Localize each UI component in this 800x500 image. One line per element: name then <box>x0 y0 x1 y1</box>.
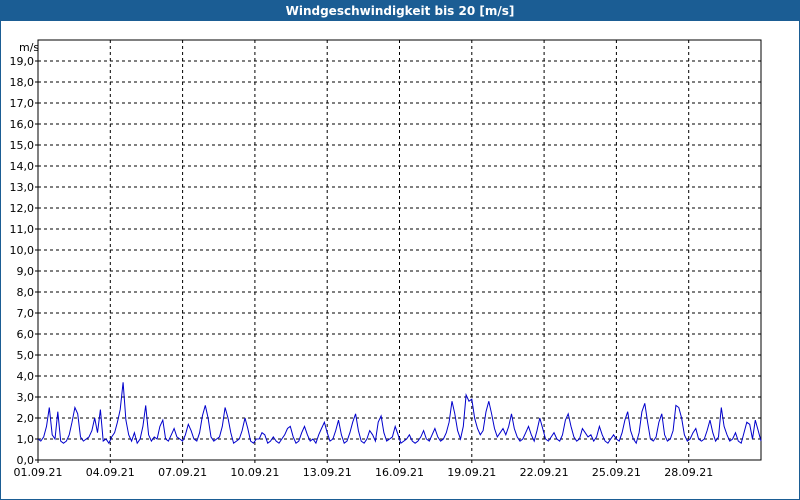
y-tick-label: 3,0 <box>17 391 35 404</box>
y-tick-label: 8,0 <box>17 286 35 299</box>
y-tick-label: 2,0 <box>17 412 35 425</box>
y-tick-label: 7,0 <box>17 307 35 320</box>
y-axis-unit-label: m/s <box>19 41 39 54</box>
y-tick-label: 9,0 <box>17 265 35 278</box>
y-tick-label: 16,0 <box>10 118 35 131</box>
y-tick-label: 17,0 <box>10 97 35 110</box>
y-tick-label: 4,0 <box>17 370 35 383</box>
wind-speed-chart: 0,01,02,03,04,05,06,07,08,09,010,011,012… <box>10 39 762 479</box>
x-axis-ticks: 01.09.21 04.09.21 07.09.21 10.09.21 13.09.21… <box>14 460 713 479</box>
x-tick-label: 28.09.21 <box>664 466 713 479</box>
x-tick-label: 01.09.21 <box>14 466 63 479</box>
x-tick-label: 16.09.21 <box>375 466 424 479</box>
x-tick-label: 22.09.21 <box>520 466 569 479</box>
grid-lines <box>38 40 761 460</box>
y-tick-label: 19,0 <box>10 55 35 68</box>
y-tick-label: 1,0 <box>17 433 35 446</box>
y-tick-label: 12,0 <box>10 202 35 215</box>
y-axis-ticks: 0,01,02,03,04,05,06,07,08,09,010,011,012… <box>10 55 38 467</box>
x-tick-label: 25.09.21 <box>592 466 641 479</box>
x-tick-label: 04.09.21 <box>86 466 135 479</box>
y-tick-label: 18,0 <box>10 76 35 89</box>
y-tick-label: 11,0 <box>10 223 35 236</box>
x-tick-label: 13.09.21 <box>303 466 352 479</box>
y-tick-label: 5,0 <box>17 349 35 362</box>
y-tick-label: 6,0 <box>17 328 35 341</box>
x-tick-label: 10.09.21 <box>230 466 279 479</box>
y-tick-label: 15,0 <box>10 139 35 152</box>
x-tick-label: 07.09.21 <box>158 466 207 479</box>
y-tick-label: 13,0 <box>10 181 35 194</box>
x-tick-label: 19.09.21 <box>447 466 496 479</box>
y-tick-label: 14,0 <box>10 160 35 173</box>
y-tick-label: 10,0 <box>10 244 35 257</box>
